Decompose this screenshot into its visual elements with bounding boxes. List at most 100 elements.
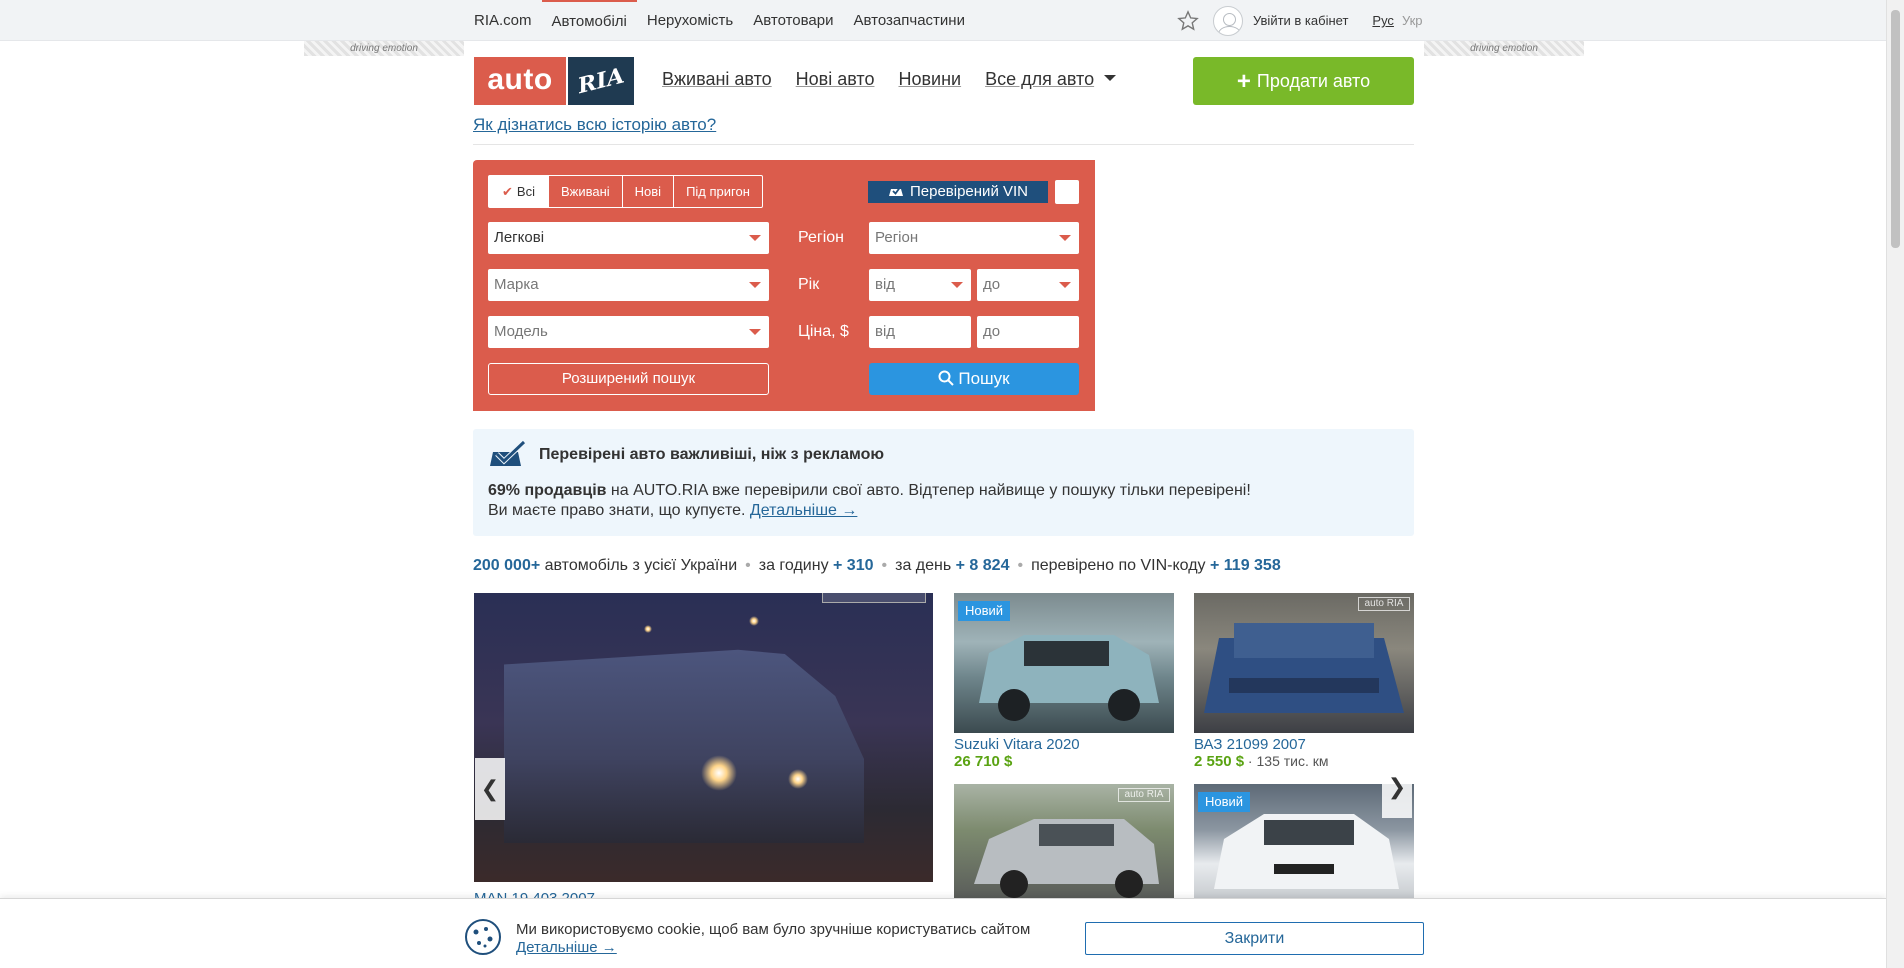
listing-price-value: 26 710 $: [954, 753, 1013, 770]
featured-photo[interactable]: [474, 593, 933, 882]
chevron-down-icon: [1059, 282, 1071, 288]
listing-mileage-value: 135 тис. км: [1256, 753, 1329, 769]
side-banner-right[interactable]: driving emotion: [1424, 41, 1584, 56]
year-to-placeholder: до: [983, 276, 1001, 293]
headlight: [788, 769, 808, 789]
scrollbar[interactable]: [1886, 0, 1904, 968]
info-more-link[interactable]: Детальніше →: [750, 502, 858, 519]
tab-all[interactable]: ✔ Всі: [489, 176, 548, 207]
car-check-icon: [888, 185, 903, 196]
vehicle-type-value: Легкові: [494, 229, 545, 246]
search-button[interactable]: Пошук: [869, 363, 1079, 395]
new-badge: Новий: [1198, 792, 1251, 812]
top-link-ria[interactable]: RIA.com: [464, 0, 542, 41]
dot-separator: •: [881, 557, 888, 574]
model-select[interactable]: Модель: [488, 316, 769, 348]
region-select[interactable]: Регіон: [869, 222, 1079, 254]
year-from-placeholder: від: [875, 276, 896, 293]
cookie-banner: Ми використовуємо cookie, щоб вам було з…: [0, 898, 1886, 968]
plus-icon: +: [1236, 68, 1251, 95]
chevron-down-icon: [1104, 75, 1117, 81]
star-icon[interactable]: [1177, 9, 1199, 32]
listing-photo[interactable]: auto RIA: [954, 784, 1174, 898]
advanced-search-button[interactable]: Розширений пошук: [488, 363, 769, 395]
truck-image: [504, 649, 864, 843]
top-link-realty[interactable]: Нерухомість: [637, 0, 743, 41]
cookie-more-link[interactable]: Детальніше →: [516, 939, 617, 956]
scrollbar-thumb[interactable]: [1891, 10, 1900, 248]
verified-vin-label: Перевірений VIN: [909, 183, 1028, 200]
info-text-rest: на AUTO.RIA вже перевірили свої авто. Ві…: [606, 482, 1251, 499]
login-link[interactable]: Увійти в кабінет: [1253, 13, 1348, 28]
price-label: Ціна, $: [798, 323, 849, 340]
carousel-next-button[interactable]: ❯: [1382, 756, 1412, 818]
page: RIA.com Автомобілі Нерухомість Автотовар…: [0, 0, 1904, 968]
top-link-autogoods[interactable]: Автотовари: [743, 0, 843, 41]
vehicle-type-select[interactable]: Легкові: [488, 222, 769, 254]
lang-ru[interactable]: Рус: [1372, 13, 1394, 28]
nav-all[interactable]: Все для авто: [985, 69, 1117, 90]
nav-news[interactable]: Новини: [898, 69, 961, 90]
main-nav: Вживані авто Нові авто Новини Все для ав…: [662, 69, 1140, 90]
chevron-left-icon: ❮: [480, 776, 500, 801]
listing-title[interactable]: ВАЗ 21099 2007: [1194, 736, 1306, 753]
nav-used[interactable]: Вживані авто: [662, 69, 772, 90]
verified-info-block: Перевірені авто важливіші, ніж з рекламо…: [473, 429, 1414, 536]
chevron-down-icon: [1059, 235, 1071, 241]
chevron-down-icon: [749, 282, 761, 288]
stats-hour[interactable]: + 310: [833, 557, 873, 574]
cookie-text: Ми використовуємо cookie, щоб вам було з…: [516, 921, 1031, 938]
stats-day[interactable]: + 8 824: [956, 557, 1010, 574]
stats-day-label: за день: [895, 557, 956, 574]
sell-car-button[interactable]: + Продати авто: [1193, 57, 1414, 105]
dot-separator: •: [745, 557, 751, 574]
logo-ria: RIA: [568, 57, 634, 105]
marker-light: [644, 625, 652, 633]
info-right-text: Ви маєте право знати, що купуєте.: [488, 502, 746, 519]
tab-used[interactable]: Вживані: [547, 176, 622, 207]
cookie-close-button[interactable]: Закрити: [1085, 922, 1424, 955]
stats-vin[interactable]: + 119 358: [1210, 557, 1281, 574]
marker-light: [749, 616, 759, 626]
listing-photo[interactable]: Новий: [1194, 784, 1414, 898]
condition-tabs: ✔ Всі Вживані Нові Під пригон: [488, 175, 763, 208]
lang-ua[interactable]: Укр: [1402, 13, 1423, 28]
nav-new[interactable]: Нові авто: [796, 69, 875, 90]
headlight: [701, 755, 737, 791]
avatar[interactable]: [1213, 5, 1243, 36]
verified-vin-checkbox[interactable]: [1055, 180, 1079, 204]
listing-photo[interactable]: Новий: [954, 593, 1174, 733]
tab-import[interactable]: Під пригон: [673, 176, 762, 207]
listing-price: 26 710 $: [954, 753, 1012, 770]
tab-new[interactable]: Нові: [621, 176, 673, 207]
side-banner-left[interactable]: driving emotion: [304, 41, 464, 56]
info-title: Перевірені авто важливіші, ніж з рекламо…: [539, 446, 885, 463]
top-right: Увійти в кабінет Рус Укр: [1177, 0, 1431, 41]
listing-price-value: 2 550 $: [1194, 753, 1245, 770]
year-to-select[interactable]: до: [977, 269, 1079, 301]
price-to-input[interactable]: до: [977, 316, 1079, 348]
new-badge: Новий: [958, 601, 1011, 621]
search-button-label: Пошук: [958, 369, 1010, 388]
history-link[interactable]: Як дізнатись всю історію авто?: [473, 115, 716, 135]
listing-photo[interactable]: auto RIA: [1194, 593, 1414, 733]
brand-placeholder: Марка: [494, 276, 539, 293]
logo[interactable]: auto RIA: [474, 57, 634, 105]
region-label: Регіон: [798, 229, 844, 246]
chevron-down-icon: [749, 235, 761, 241]
top-link-cars[interactable]: Автомобілі: [541, 0, 637, 41]
tab-all-label: Всі: [516, 184, 535, 199]
stats-hour-label: за годину: [758, 557, 834, 574]
year-from-select[interactable]: від: [869, 269, 971, 301]
carousel-prev-button[interactable]: ❮: [475, 758, 505, 820]
top-link-parts[interactable]: Автозапчастини: [844, 0, 975, 41]
price-from-input[interactable]: від: [869, 316, 971, 348]
stats-line: 200 000+ автомобіль з усієї України • за г…: [473, 557, 1281, 575]
watermark: auto RIA: [1118, 788, 1170, 802]
verified-vin-button[interactable]: Перевірений VIN: [868, 181, 1048, 203]
stats-total[interactable]: 200 000+: [473, 557, 540, 574]
search-panel: ✔ Всі Вживані Нові Під пригон Перевірений…: [473, 160, 1095, 411]
listing-title[interactable]: Suzuki Vitara 2020: [954, 736, 1080, 753]
brand-select[interactable]: Марка: [488, 269, 769, 301]
stats-vin-label: перевірено по VIN-коду: [1031, 557, 1210, 574]
